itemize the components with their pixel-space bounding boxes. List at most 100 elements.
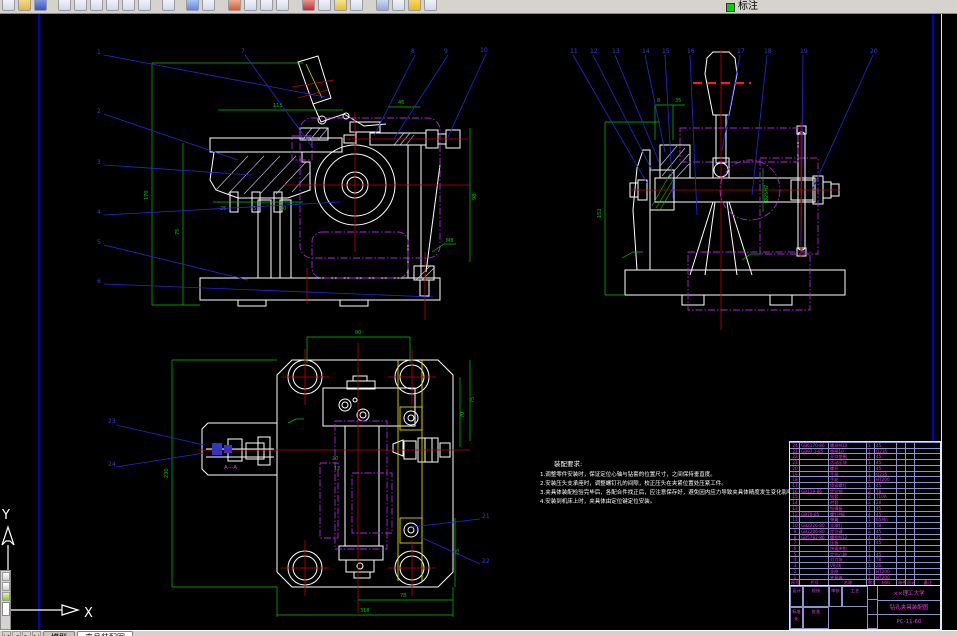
dimension-label: M8: [446, 238, 454, 244]
toolbar-icon[interactable]: [34, 0, 47, 11]
toolbar-icon[interactable]: [408, 0, 421, 11]
layer-control[interactable]: 标注: [726, 0, 758, 13]
part-note: [914, 540, 940, 545]
toolbar-icon[interactable]: [276, 0, 289, 11]
toolbar-icon[interactable]: [202, 0, 215, 11]
toolbar-icon[interactable]: [318, 0, 331, 11]
part-seq: 10: [792, 523, 798, 528]
part-name: 钻套: [828, 494, 866, 500]
parts-list-row: 13 钻模板 1 45: [790, 504, 940, 511]
toolbar-icon[interactable]: [186, 0, 199, 11]
parts-list-row: 10 GB2226-80 支承钉 3 T8: [790, 522, 940, 528]
part-note: [914, 528, 940, 534]
part-note: [914, 483, 940, 488]
drawing-canvas[interactable]: 115 46 170 75 25 25 30 98 M8 1 2 3 4 5 6…: [0, 14, 957, 630]
toolbar-icon[interactable]: [90, 0, 103, 11]
signature-label: 设计: [790, 585, 803, 608]
part-weight-unit: [896, 534, 905, 540]
toolbar-icon[interactable]: [2, 0, 15, 11]
note-line: 3.夹具体装配检验完毕后，各配合件找正后，应注意保存好，避免因内应力导致夹具体精…: [540, 490, 810, 496]
part-code: [799, 551, 828, 557]
dimension-label: Ø25H7: [763, 185, 770, 202]
part-weight-total: [905, 534, 914, 540]
part-seq: 18: [792, 477, 798, 483]
tool-button[interactable]: [2, 582, 10, 591]
part-weight-unit: [896, 488, 905, 494]
tool-button[interactable]: [2, 592, 10, 601]
current-layer-name[interactable]: 标注: [738, 1, 758, 13]
toolbar-icon[interactable]: [162, 0, 175, 11]
note-line: 2.安装压头支承座时，调整螺钉孔的间隙，校正压头在夹紧位置处压紧工件。: [540, 481, 727, 487]
part-qty: 1: [866, 545, 874, 551]
toolbar-icon[interactable]: [228, 0, 241, 11]
parts-list: 24 GB6170-86 螺母M10 1 45 23 GB97.1-85 垫圈1…: [790, 442, 940, 580]
part-weight-total: [905, 528, 914, 534]
part-name: 垫圈10: [828, 448, 866, 454]
part-code: [799, 477, 828, 483]
part-weight-unit: [896, 568, 905, 574]
part-weight-total: [905, 523, 914, 528]
part-code: [799, 557, 828, 563]
balloon-number: 19: [800, 48, 808, 55]
part-material: HT200: [874, 477, 896, 483]
part-name: 支座: [828, 568, 866, 574]
tab-nav-button[interactable]: ◀: [12, 631, 21, 636]
signature-grid: 设计 校核 审核 工艺 标准化 批准: [790, 585, 868, 629]
parts-list-row: 19 手柄 1 Q235: [790, 470, 940, 477]
part-weight-total: [905, 505, 914, 511]
toolbar-icon[interactable]: [260, 0, 273, 11]
part-weight-unit: [896, 483, 905, 488]
tool-button[interactable]: [2, 572, 10, 581]
part-name: V形块: [828, 563, 866, 568]
organization-name: ××理工大学: [878, 586, 940, 601]
part-material: 65Mn: [874, 517, 896, 523]
title-block-right: ××理工大学 钻孔夹具装配图 PC-11-60: [878, 586, 940, 629]
part-code: GB2226-80: [799, 523, 828, 528]
part-weight-unit: [896, 465, 905, 471]
balloon-number: 20: [870, 48, 878, 55]
part-qty: 1: [866, 471, 874, 477]
part-qty: 1: [866, 448, 874, 454]
part-name: 开口垫圈: [828, 454, 866, 460]
part-note: [914, 477, 940, 483]
toolbar-icon[interactable]: [74, 0, 87, 11]
part-weight-unit: [896, 557, 905, 563]
tab-nav-button[interactable]: ▶: [22, 631, 31, 636]
part-name: 锁紧螺钉: [828, 483, 866, 488]
toolbar-icon[interactable]: [334, 0, 347, 11]
part-weight-unit: [896, 471, 905, 477]
dimension-label: 8: [657, 98, 660, 104]
toolbar-icon[interactable]: [350, 0, 363, 11]
toolbar-icon[interactable]: [244, 0, 257, 11]
toolbar-icon[interactable]: [424, 0, 437, 11]
layer-color-swatch[interactable]: [726, 2, 735, 12]
signature-label: 校核: [803, 585, 829, 608]
toolbar-icon[interactable]: [376, 0, 389, 11]
toolbar-icon[interactable]: [58, 0, 71, 11]
tab-model[interactable]: 模型: [43, 631, 75, 636]
part-code: [799, 500, 828, 505]
parts-list-row: 23 GB97.1-85 垫圈10 1 Q235: [790, 447, 940, 454]
toolbar-icon[interactable]: [106, 0, 119, 11]
parts-list-row: 4 对刀块 1 T8: [790, 556, 940, 563]
tab-nav-button[interactable]: |◀: [2, 631, 11, 636]
toolbar-icon[interactable]: [122, 0, 135, 11]
balloon-number: 17: [737, 48, 745, 55]
toolbar-icon[interactable]: [392, 0, 405, 11]
parts-list-row: 8 GB5782-86 螺栓M12 4 45: [790, 533, 940, 540]
part-name: 定位销: [828, 488, 866, 494]
part-code: [799, 563, 828, 568]
toolbar-icon[interactable]: [138, 0, 151, 11]
part-material: 45: [874, 528, 896, 534]
part-note: [914, 517, 940, 523]
part-code: [799, 517, 828, 523]
part-seq: 3: [793, 563, 797, 568]
toolbar-icon[interactable]: [302, 0, 315, 11]
balloon-number: 21: [482, 513, 490, 520]
dimension-label: 12: [334, 466, 340, 472]
parts-list-row: 15 钻套 2 T10A: [790, 493, 940, 500]
ucs-icon: Y X: [1, 508, 93, 621]
tab-nav-button[interactable]: ▶|: [32, 631, 41, 636]
toolbar-icon[interactable]: [18, 0, 31, 11]
tab-layout-assembly[interactable]: 夹具装配图: [77, 631, 133, 636]
